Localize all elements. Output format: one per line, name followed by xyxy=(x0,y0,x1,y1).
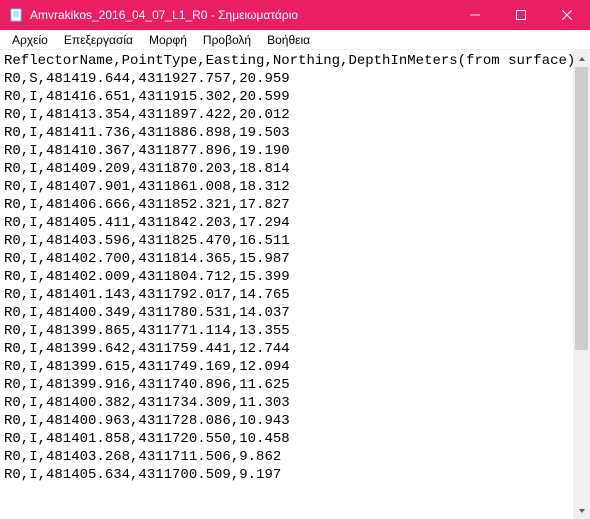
window-controls xyxy=(452,0,590,30)
scroll-thumb[interactable] xyxy=(575,67,588,350)
menu-edit[interactable]: Επεξεργασία xyxy=(56,31,141,49)
text-editor[interactable]: ReflectorName,PointType,Easting,Northing… xyxy=(0,50,573,519)
menu-file[interactable]: Αρχείο xyxy=(4,31,56,49)
content-area: ReflectorName,PointType,Easting,Northing… xyxy=(0,50,590,519)
notepad-icon xyxy=(8,7,24,23)
close-button[interactable] xyxy=(544,0,590,30)
menu-help[interactable]: Βοήθεια xyxy=(259,31,318,49)
menu-format[interactable]: Μορφή xyxy=(141,31,195,49)
scroll-track[interactable] xyxy=(573,67,590,502)
scroll-up-arrow[interactable] xyxy=(573,50,590,67)
window-title: Amvrakikos_2016_04_07_L1_R0 - Σημειωματά… xyxy=(30,8,452,22)
vertical-scrollbar[interactable] xyxy=(573,50,590,519)
scroll-down-arrow[interactable] xyxy=(573,502,590,519)
minimize-button[interactable] xyxy=(452,0,498,30)
maximize-button[interactable] xyxy=(498,0,544,30)
menu-view[interactable]: Προβολή xyxy=(195,31,259,49)
menubar: Αρχείο Επεξεργασία Μορφή Προβολή Βοήθεια xyxy=(0,30,590,50)
titlebar[interactable]: Amvrakikos_2016_04_07_L1_R0 - Σημειωματά… xyxy=(0,0,590,30)
